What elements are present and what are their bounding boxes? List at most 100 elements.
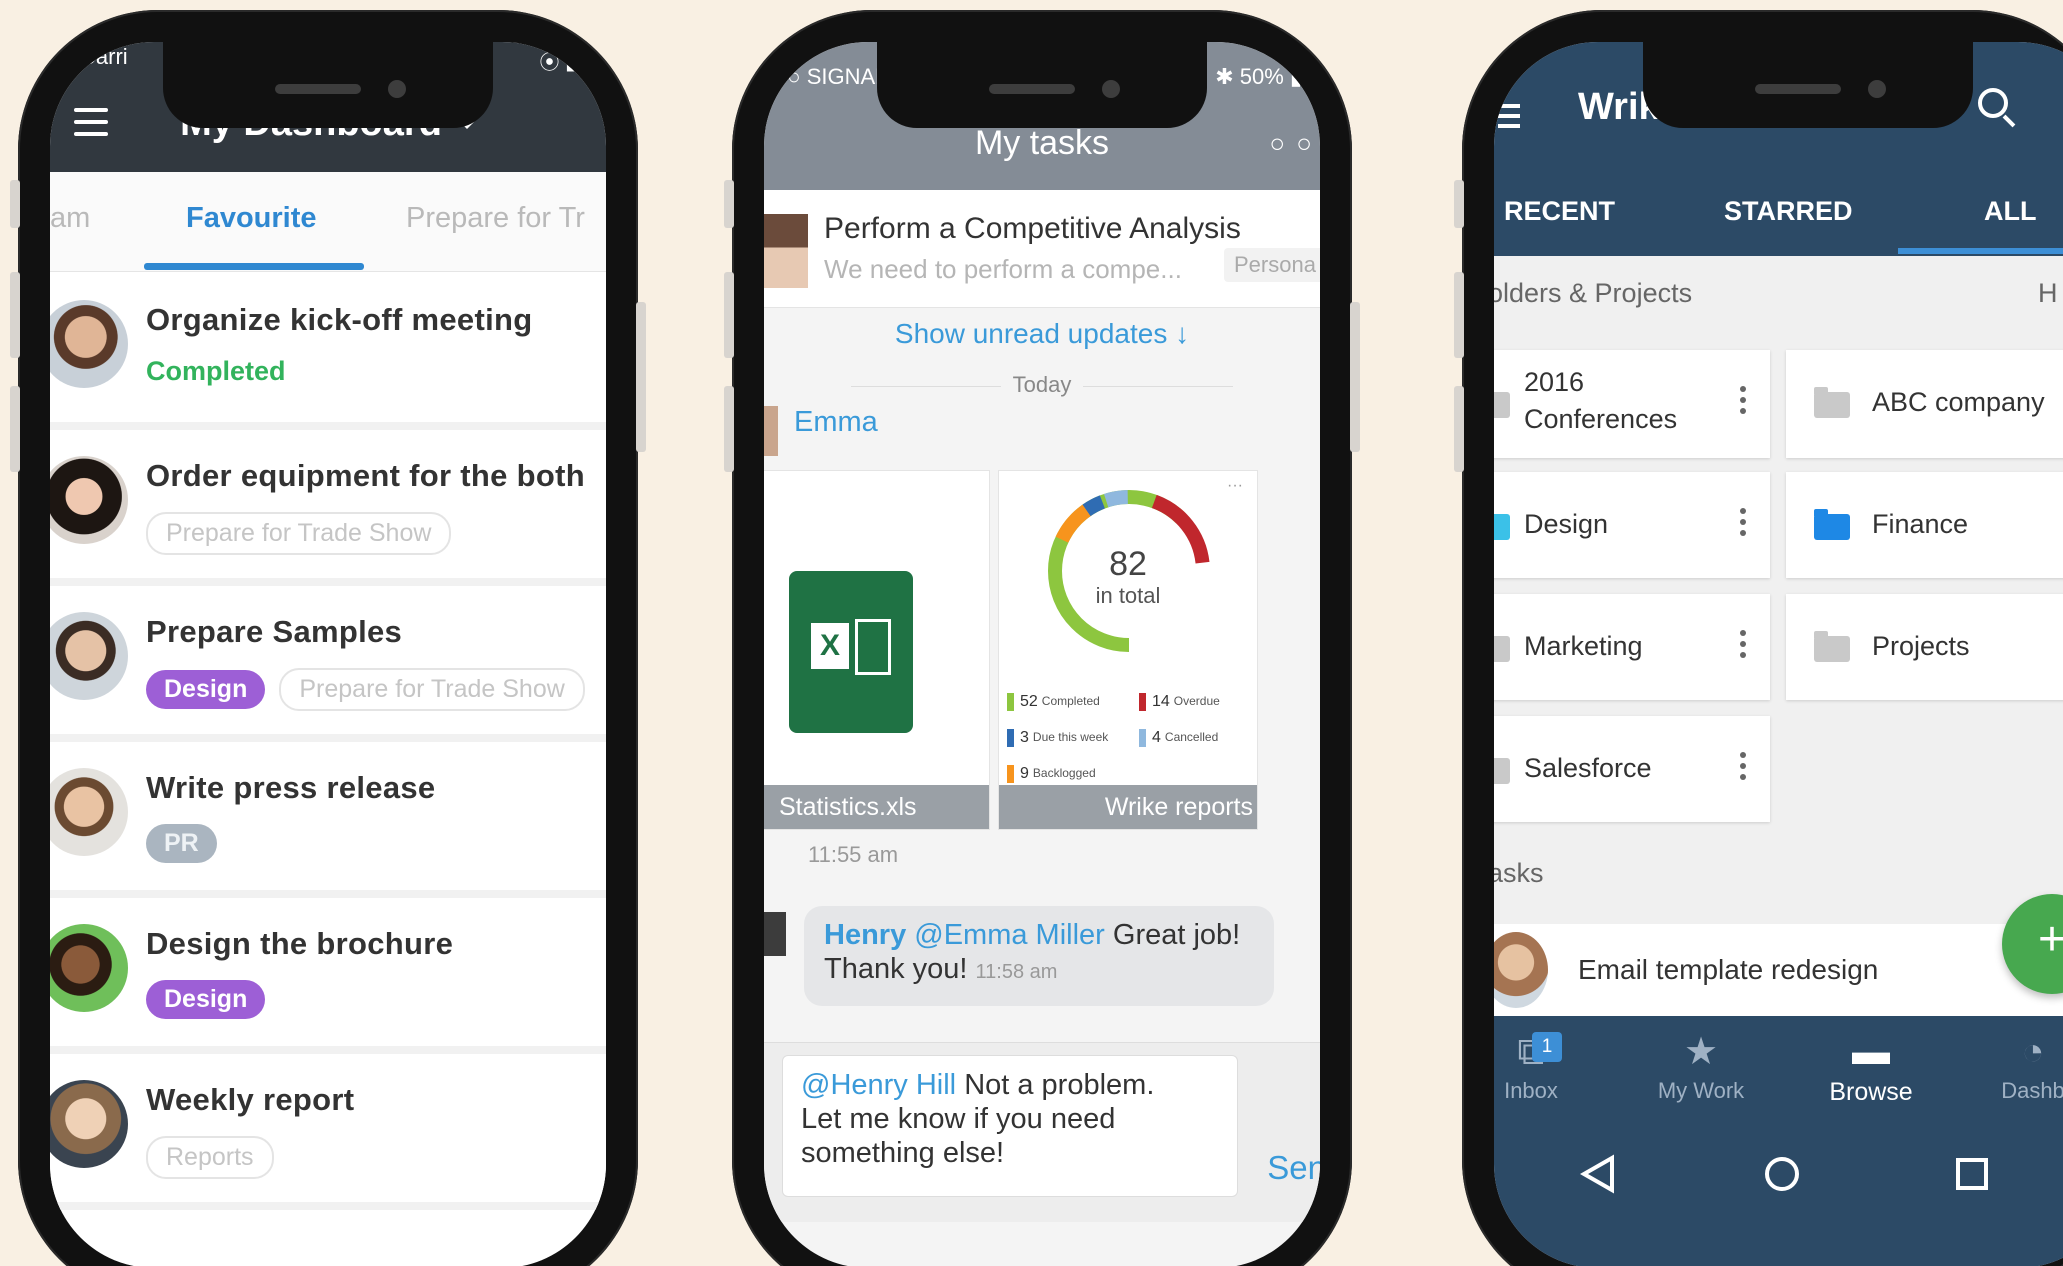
task-tag[interactable]: Persona: [1224, 248, 1320, 282]
tab-recent[interactable]: RECENT: [1504, 196, 1615, 227]
inbox-count-badge: 1: [1532, 1032, 1562, 1062]
comment-timestamp: 11:58 am: [975, 961, 1058, 983]
report-total: 82: [1109, 545, 1147, 583]
recents-icon[interactable]: [1952, 1154, 1992, 1194]
task-description: We need to perform a compe...: [824, 254, 1182, 284]
folder-design[interactable]: Design: [1494, 472, 1770, 578]
dashboard-icon: ◔: [2021, 1031, 2045, 1073]
tab-favourite[interactable]: Favourite: [186, 202, 317, 235]
tag-pill[interactable]: Design: [146, 670, 266, 709]
folder-icon: ▬: [1852, 1031, 1890, 1073]
comment-timestamp: 11:55 am: [808, 842, 899, 867]
legend-overdue: 14 Overdue: [1139, 693, 1220, 711]
attachment-name: Statistics.xls: [764, 785, 989, 829]
phone-3: Wrike RECENT STARRED ALL olders & Projec…: [1454, 10, 2063, 1266]
task-title: Write press release: [146, 770, 436, 805]
phone-3-screen: Wrike RECENT STARRED ALL olders & Projec…: [1494, 42, 2063, 1266]
list-item[interactable]: Prepare Samples Design Prepare for Trade …: [50, 586, 606, 742]
date-divider: Today: [764, 372, 1320, 398]
phone-1: Carri ⦿ ▮ My Dashboard am Favourite Prep…: [10, 10, 646, 1266]
avatar: [50, 768, 128, 856]
phone-2: ●○ SIGNAL ✱ 50% ▮ My tasks ○ ○ Perform a…: [724, 10, 1360, 1266]
dashboard-tabs: am Favourite Prepare for Tr: [50, 172, 606, 272]
avatar: [764, 406, 778, 456]
battery-indicator: ✱ 50% ▮: [1215, 64, 1302, 89]
comment-bubble: Henry @Emma Miller Great job! Thank you!…: [804, 906, 1274, 1006]
nav-browse[interactable]: ▬ Browse: [1806, 1026, 1936, 1107]
legend-due-this-week: 3 Due this week: [1007, 729, 1108, 747]
tab-starred[interactable]: STARRED: [1724, 196, 1853, 227]
folder-icon: [1814, 387, 1850, 418]
folder-abc-company[interactable]: ABC company: [1786, 350, 2063, 458]
tag-pill[interactable]: Prepare for Trade Show: [279, 668, 585, 711]
signal-indicator: ●○ SIGNAL: [774, 64, 888, 89]
comment-input[interactable]: @Henry Hill Not a problem. Let me know i…: [782, 1055, 1238, 1197]
attachment-statistics[interactable]: X Statistics.xls: [764, 470, 990, 830]
nav-inbox[interactable]: ⧉ Inbox 1: [1494, 1026, 1596, 1104]
avatar: [50, 924, 128, 1012]
task-row[interactable]: Email template redesign: [1494, 924, 2063, 1016]
search-icon[interactable]: [1978, 88, 2008, 118]
carrier-name: Carri: [80, 44, 128, 69]
tag-pill[interactable]: Prepare for Trade Show: [146, 512, 452, 555]
folder-finance[interactable]: Finance: [1786, 472, 2063, 578]
comment-composer: @Henry Hill Not a problem. Let me know i…: [764, 1042, 1320, 1222]
comment-author[interactable]: Henry: [824, 919, 906, 951]
task-list: Organize kick-off meeting Completed Orde…: [50, 274, 606, 1210]
attachment-wrike-report[interactable]: ··· 82 in total 52 Completed 14 Overdue 3D…: [998, 470, 1258, 830]
task-row[interactable]: Perform a Competitive Analysis We need t…: [764, 190, 1320, 308]
phone-1-screen: Carri ⦿ ▮ My Dashboard am Favourite Prep…: [50, 42, 606, 1266]
avatar: [50, 612, 128, 700]
list-item[interactable]: Write press release PR: [50, 742, 606, 898]
attachment-name: Wrike reports: [999, 785, 1257, 829]
folder-salesforce[interactable]: Salesforce: [1494, 716, 1770, 822]
show-unread-updates-link[interactable]: Show unread updates ↓: [764, 318, 1320, 350]
home-icon[interactable]: [1762, 1154, 1802, 1194]
legend-cancelled: 4 Cancelled: [1139, 729, 1218, 747]
folder-icon: [1814, 631, 1850, 662]
status-icons: ⦿ ▮: [539, 52, 576, 74]
android-system-bar: [1494, 1126, 2063, 1266]
more-options-icon[interactable]: ○ ○: [1269, 128, 1314, 159]
tag-pill[interactable]: PR: [146, 824, 217, 863]
tab-team[interactable]: am: [50, 202, 90, 235]
tag-pill[interactable]: Reports: [146, 1136, 274, 1179]
active-tab-indicator: [144, 263, 364, 270]
more-options-icon[interactable]: [1740, 508, 1746, 541]
tab-all[interactable]: ALL: [1984, 196, 2036, 227]
task-title: Design the brochure: [146, 926, 454, 961]
more-options-icon[interactable]: [1740, 386, 1746, 419]
avatar: [1494, 932, 1548, 1008]
list-item[interactable]: Organize kick-off meeting Completed: [50, 274, 606, 430]
avatar: [50, 1080, 128, 1168]
page-title: My tasks: [974, 124, 1110, 162]
more-options-icon[interactable]: [1740, 752, 1746, 785]
status-badge: Completed: [146, 356, 286, 386]
section-tasks: asks: [1494, 858, 1544, 888]
nav-dashboard[interactable]: ◔ Dashb: [1968, 1026, 2063, 1104]
tag-pill[interactable]: Design: [146, 980, 266, 1019]
task-title: Organize kick-off meeting: [146, 302, 533, 337]
tab-prepare-for-trade-show[interactable]: Prepare for Tr: [406, 202, 585, 235]
folder-2016-conferences[interactable]: 2016 Conferences: [1494, 350, 1770, 458]
list-item[interactable]: Order equipment for the both Prepare for…: [50, 430, 606, 586]
nav-my-work[interactable]: ★ My Work: [1636, 1026, 1766, 1104]
list-item[interactable]: Weekly report Reports: [50, 1054, 606, 1210]
more-options-icon[interactable]: [1740, 630, 1746, 663]
phone-2-screen: ●○ SIGNAL ✱ 50% ▮ My tasks ○ ○ Perform a…: [764, 42, 1320, 1266]
comment-mention[interactable]: @Emma Miller: [914, 919, 1105, 951]
avatar: [50, 456, 128, 544]
folder-icon: [1494, 514, 1510, 540]
section-folders-projects: olders & Projects: [1494, 278, 1693, 308]
list-item[interactable]: Design the brochure Design: [50, 898, 606, 1054]
task-title: Perform a Competitive Analysis: [824, 212, 1241, 245]
folder-projects[interactable]: Projects: [1786, 594, 2063, 700]
send-button[interactable]: Sen: [1267, 1149, 1320, 1187]
folder-marketing[interactable]: Marketing: [1494, 594, 1770, 700]
folder-icon: [1494, 758, 1510, 784]
hamburger-menu-icon[interactable]: [1498, 104, 1520, 134]
section-action[interactable]: H: [2038, 278, 2058, 309]
excel-icon: X: [789, 571, 913, 733]
comment-author[interactable]: Emma: [794, 406, 878, 439]
back-icon[interactable]: [1578, 1154, 1618, 1194]
